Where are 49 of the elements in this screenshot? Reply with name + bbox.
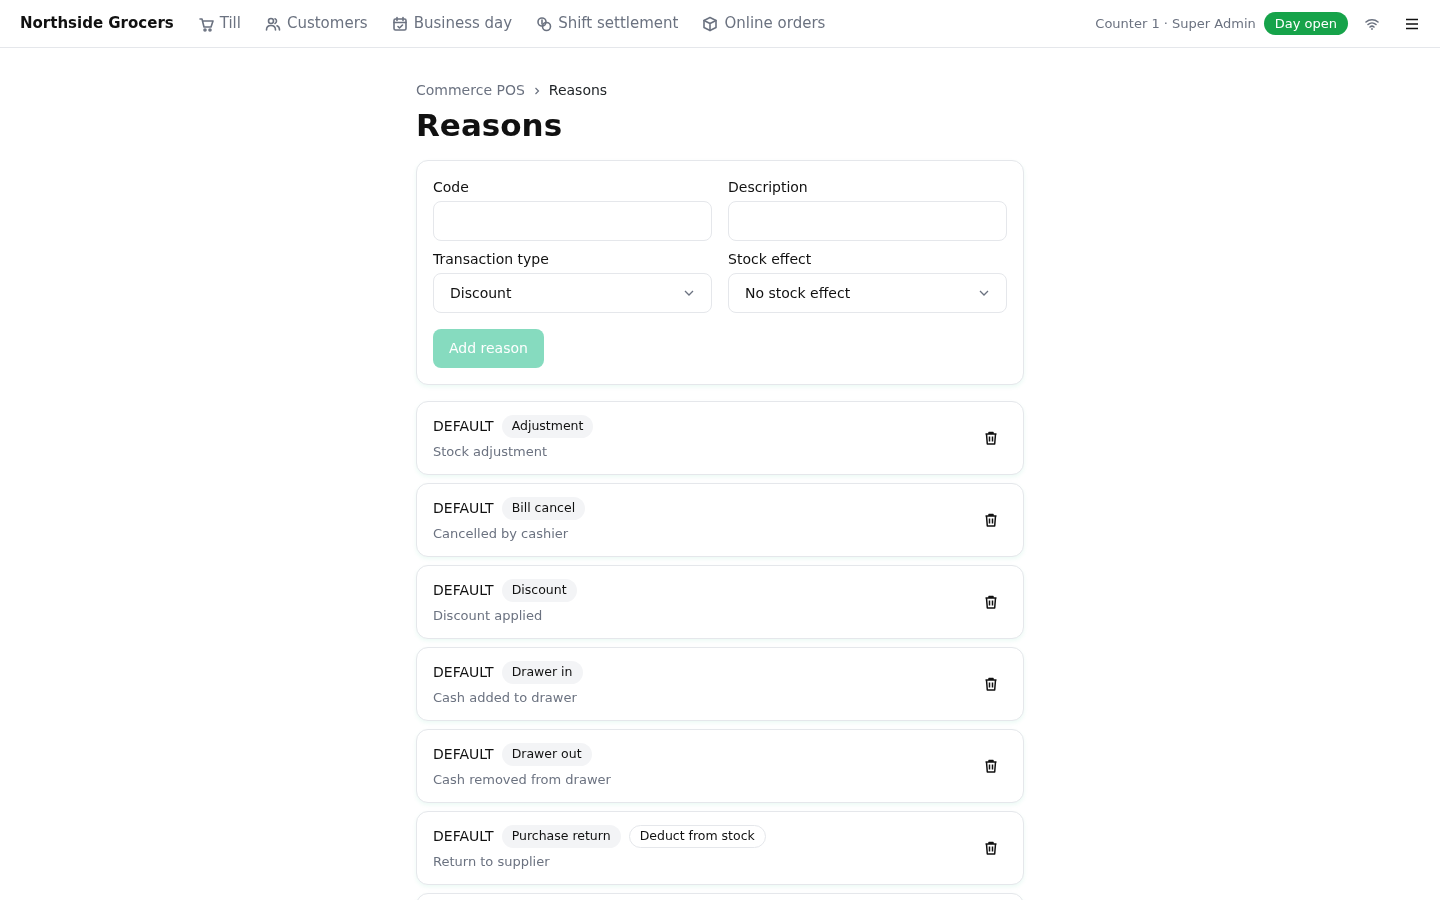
session-info: Counter 1 · Super Admin [1095,14,1256,33]
nav-link[interactable]: Online orders [702,12,826,35]
delete-icon[interactable] [983,594,999,611]
nav-link[interactable]: Business day [391,12,513,35]
nav-link[interactable]: Shift settlement [536,12,679,35]
coins-icon [536,15,553,32]
input-field[interactable] [728,201,1007,242]
select-field[interactable]: No stock effect [728,273,1007,314]
reason-description: Return to supplier [433,852,551,871]
reason-code: DEFAULT [433,662,494,682]
breadcrumb-current: Reasons [548,81,608,100]
reason-code: DEFAULT [433,416,494,436]
reason-code: DEFAULT [433,826,494,846]
breadcrumb-link[interactable]: Commerce POS [416,80,525,101]
nav-link[interactable]: Customers [264,12,368,35]
reason-code: DEFAULT [433,498,494,518]
brand-name: Northside Grocers [20,13,174,35]
type-tag: Drawer out [501,743,592,766]
reason-code: DEFAULT [433,580,494,600]
delete-icon[interactable] [983,512,999,529]
field-label: Transaction type [433,250,550,270]
reason-description: Cancelled by cashier [433,524,570,543]
type-tag: Bill cancel [501,497,586,520]
reason-description: Stock adjustment [433,442,549,461]
select-field[interactable]: Discount [433,273,712,314]
field-label: Code [433,178,470,198]
cart-icon [197,15,214,32]
input-field[interactable] [433,201,712,242]
delete-icon[interactable] [983,430,999,447]
type-tag: Adjustment [501,415,594,438]
day-status-badge: Day open [1263,11,1348,36]
reason-code: DEFAULT [433,744,494,764]
people-icon [264,15,281,32]
calendar-icon [391,15,408,32]
reason-description: Discount applied [433,606,544,625]
delete-icon[interactable] [983,758,999,775]
delete-icon[interactable] [983,840,999,857]
chevron-icon [532,86,541,95]
type-tag: Purchase return [501,825,621,848]
type-tag: Drawer in [501,661,583,684]
field-label: Stock effect [728,250,813,270]
reason-description: Cash removed from drawer [433,770,611,789]
nav-link[interactable]: Till [197,12,241,35]
type-tag: Discount [501,579,577,602]
box-icon [702,15,719,32]
field-label: Description [728,178,809,198]
delete-icon[interactable] [983,676,999,693]
reason-description: Cash added to drawer [433,688,578,707]
page-title: Reasons [416,107,564,145]
